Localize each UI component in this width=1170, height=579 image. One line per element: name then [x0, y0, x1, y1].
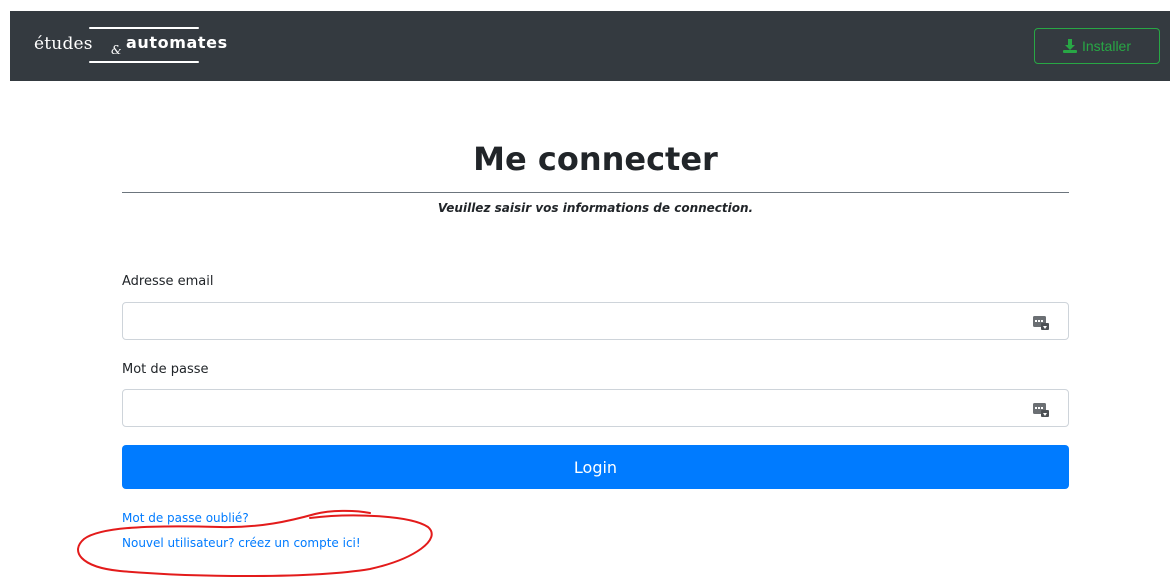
brand-text-automates: automates	[126, 33, 228, 52]
brand-line-top	[89, 27, 199, 29]
install-button-label: Installer	[1081, 38, 1132, 54]
forgot-password-link[interactable]: Mot de passe oublié?	[122, 511, 249, 525]
email-label: Adresse email	[122, 274, 214, 289]
password-field[interactable]	[123, 390, 1068, 426]
page-subtitle: Veuillez saisir vos informations de conn…	[437, 201, 754, 215]
brand-logo[interactable]: études & automates	[34, 27, 234, 67]
brand-text-etudes: études	[34, 34, 93, 54]
password-manager-icon[interactable]	[1033, 401, 1049, 417]
download-icon	[1062, 39, 1077, 53]
navbar: études & automates Installer	[10, 11, 1170, 81]
email-field[interactable]	[123, 303, 1068, 339]
brand-line-bottom	[89, 61, 199, 63]
signup-link[interactable]: Nouvel utilisateur? créez un compte ici!	[122, 536, 361, 550]
password-field-wrapper	[122, 389, 1069, 427]
page-title: Me connecter	[473, 140, 718, 178]
brand-ampersand: &	[111, 43, 122, 57]
email-field-wrapper	[122, 302, 1069, 340]
password-manager-icon[interactable]	[1033, 314, 1049, 330]
title-divider	[122, 192, 1069, 193]
login-button[interactable]: Login	[122, 445, 1069, 489]
install-button[interactable]: Installer	[1034, 28, 1160, 64]
page: études & automates Installer Me connecte…	[0, 0, 1170, 579]
password-label: Mot de passe	[122, 362, 209, 377]
